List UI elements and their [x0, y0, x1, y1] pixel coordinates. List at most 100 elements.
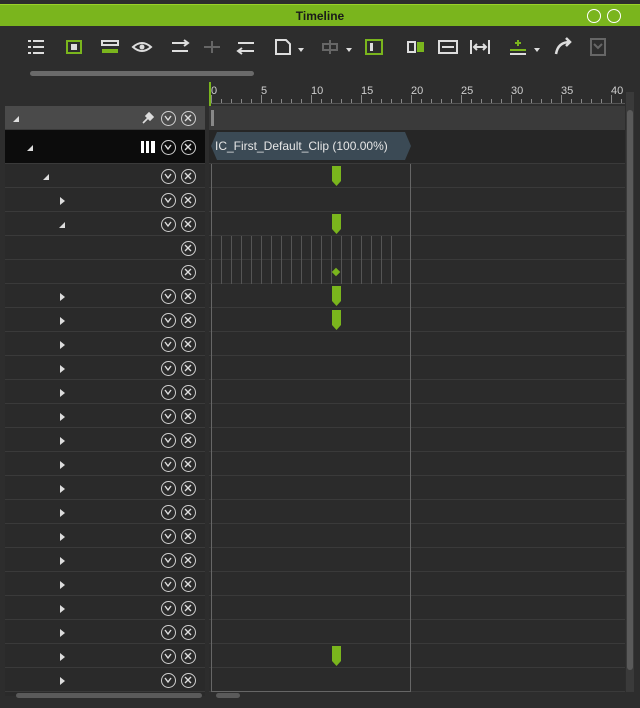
- expand-key-icon[interactable]: [161, 624, 176, 640]
- track-row-eyelook[interactable]: [5, 308, 205, 332]
- track-row-cheeks[interactable]: [5, 428, 205, 452]
- select-frames-icon[interactable]: [62, 36, 86, 58]
- redo-curve-icon[interactable]: [552, 36, 576, 58]
- expand-key-icon[interactable]: [161, 312, 176, 328]
- expand-key-icon[interactable]: [161, 528, 176, 544]
- track-row-expression-layer[interactable]: [5, 164, 205, 188]
- expand-key-icon[interactable]: [161, 456, 176, 472]
- expand-key-icon[interactable]: [161, 576, 176, 592]
- expression-clip[interactable]: IC_First_Default_Clip (100.00%): [211, 132, 411, 160]
- expand-arrow-icon[interactable]: [57, 579, 67, 589]
- close-track-icon[interactable]: [181, 600, 196, 616]
- close-track-icon[interactable]: [181, 648, 196, 664]
- close-track-icon[interactable]: [181, 336, 196, 352]
- close-track-icon[interactable]: [181, 360, 196, 376]
- expand-arrow-icon[interactable]: [57, 603, 67, 613]
- collapse-arrow-icon[interactable]: [57, 219, 67, 229]
- bars-icon[interactable]: [141, 141, 157, 153]
- track-row-mouthmove[interactable]: [5, 500, 205, 524]
- expand-arrow-icon[interactable]: [57, 315, 67, 325]
- scroll-thumb[interactable]: [627, 110, 633, 670]
- eye-icon[interactable]: [130, 36, 154, 58]
- motion-layer-icon[interactable]: [586, 36, 610, 58]
- close-track-icon[interactable]: [181, 240, 196, 256]
- track-row-eyelash[interactable]: [5, 356, 205, 380]
- expand-key-icon[interactable]: [161, 432, 176, 448]
- collapse-track-icon[interactable]: [98, 36, 122, 58]
- expand-arrow-icon[interactable]: [57, 627, 67, 637]
- expand-arrow-icon[interactable]: [57, 195, 67, 205]
- move-key-icon[interactable]: [234, 36, 258, 58]
- expand-arrow-icon[interactable]: [57, 387, 67, 397]
- track-row-eye-blink-l[interactable]: [5, 236, 205, 260]
- track-lane[interactable]: [209, 106, 625, 130]
- close-track-icon[interactable]: [181, 192, 196, 208]
- track-row-brows[interactable]: [5, 188, 205, 212]
- track-row-eye-blink-r[interactable]: [5, 260, 205, 284]
- close-track-icon[interactable]: [181, 432, 196, 448]
- close-track-icon[interactable]: [181, 480, 196, 496]
- track-row-mouthbase[interactable]: [5, 452, 205, 476]
- expand-arrow-icon[interactable]: [57, 531, 67, 541]
- close-track-icon[interactable]: [181, 312, 196, 328]
- close-track-icon[interactable]: [181, 168, 196, 184]
- expand-arrow-icon[interactable]: [57, 459, 67, 469]
- collapse-arrow-icon[interactable]: [41, 171, 51, 181]
- expand-arrow-icon[interactable]: [57, 507, 67, 517]
- timeline-scrollbar[interactable]: [216, 693, 240, 698]
- close-icon[interactable]: [607, 9, 621, 23]
- keyframe-marker[interactable]: [332, 214, 341, 234]
- vertical-scrollbar[interactable]: [626, 92, 634, 692]
- close-track-icon[interactable]: [181, 288, 196, 304]
- keyframe-marker[interactable]: [332, 646, 341, 666]
- expand-key-icon[interactable]: [161, 288, 176, 304]
- add-flag-icon[interactable]: [506, 36, 530, 58]
- expand-arrow-icon[interactable]: [57, 339, 67, 349]
- expand-arrow-icon[interactable]: [57, 411, 67, 421]
- dropdown-arrow-icon[interactable]: [298, 48, 304, 52]
- expand-key-icon[interactable]: [161, 504, 176, 520]
- close-track-icon[interactable]: [181, 384, 196, 400]
- track-row-teeth[interactable]: [5, 548, 205, 572]
- track-row-nose[interactable]: [5, 404, 205, 428]
- pin-icon[interactable]: [141, 111, 155, 125]
- expand-key-icon[interactable]: [161, 168, 176, 184]
- keyframe-marker[interactable]: [332, 166, 341, 186]
- track-row-eyeball[interactable]: [5, 332, 205, 356]
- expand-arrow-icon[interactable]: [57, 363, 67, 373]
- toolbar-scrollbar[interactable]: [30, 71, 254, 76]
- close-track-icon[interactable]: [181, 110, 196, 126]
- dropdown-arrow-icon[interactable]: [534, 48, 540, 52]
- track-list-scrollbar[interactable]: [16, 693, 202, 698]
- expand-arrow-icon[interactable]: [57, 483, 67, 493]
- track-row-custom[interactable]: [5, 668, 205, 692]
- expand-key-icon[interactable]: [161, 600, 176, 616]
- expand-key-icon[interactable]: [161, 216, 176, 232]
- expand-key-icon[interactable]: [161, 648, 176, 664]
- expand-arrow-icon[interactable]: [57, 291, 67, 301]
- track-row-mouthblend[interactable]: [5, 476, 205, 500]
- refresh-icon[interactable]: [587, 9, 601, 23]
- fit-all-icon[interactable]: [468, 36, 492, 58]
- expand-key-icon[interactable]: [161, 480, 176, 496]
- close-track-icon[interactable]: [181, 456, 196, 472]
- fit-range-icon[interactable]: [436, 36, 460, 58]
- list-icon[interactable]: [24, 36, 48, 58]
- collapse-arrow-icon[interactable]: [25, 142, 35, 152]
- expand-arrow-icon[interactable]: [57, 675, 67, 685]
- close-track-icon[interactable]: [181, 216, 196, 232]
- track-row-jaw[interactable]: [5, 596, 205, 620]
- close-track-icon[interactable]: [181, 504, 196, 520]
- expand-arrow-icon[interactable]: [57, 651, 67, 661]
- close-track-icon[interactable]: [181, 139, 196, 155]
- track-row-ears[interactable]: [5, 380, 205, 404]
- track-row-eyelid[interactable]: [5, 284, 205, 308]
- add-key-icon[interactable]: [200, 36, 224, 58]
- expand-key-icon[interactable]: [161, 139, 176, 155]
- collapse-arrow-icon[interactable]: [11, 113, 21, 123]
- insert-time-icon[interactable]: [168, 36, 192, 58]
- expand-key-icon[interactable]: [161, 336, 176, 352]
- time-ruler[interactable]: 0 5 10 15 20 25 30 35 40: [209, 82, 625, 104]
- keyframe-marker[interactable]: [332, 310, 341, 330]
- expand-key-icon[interactable]: [161, 552, 176, 568]
